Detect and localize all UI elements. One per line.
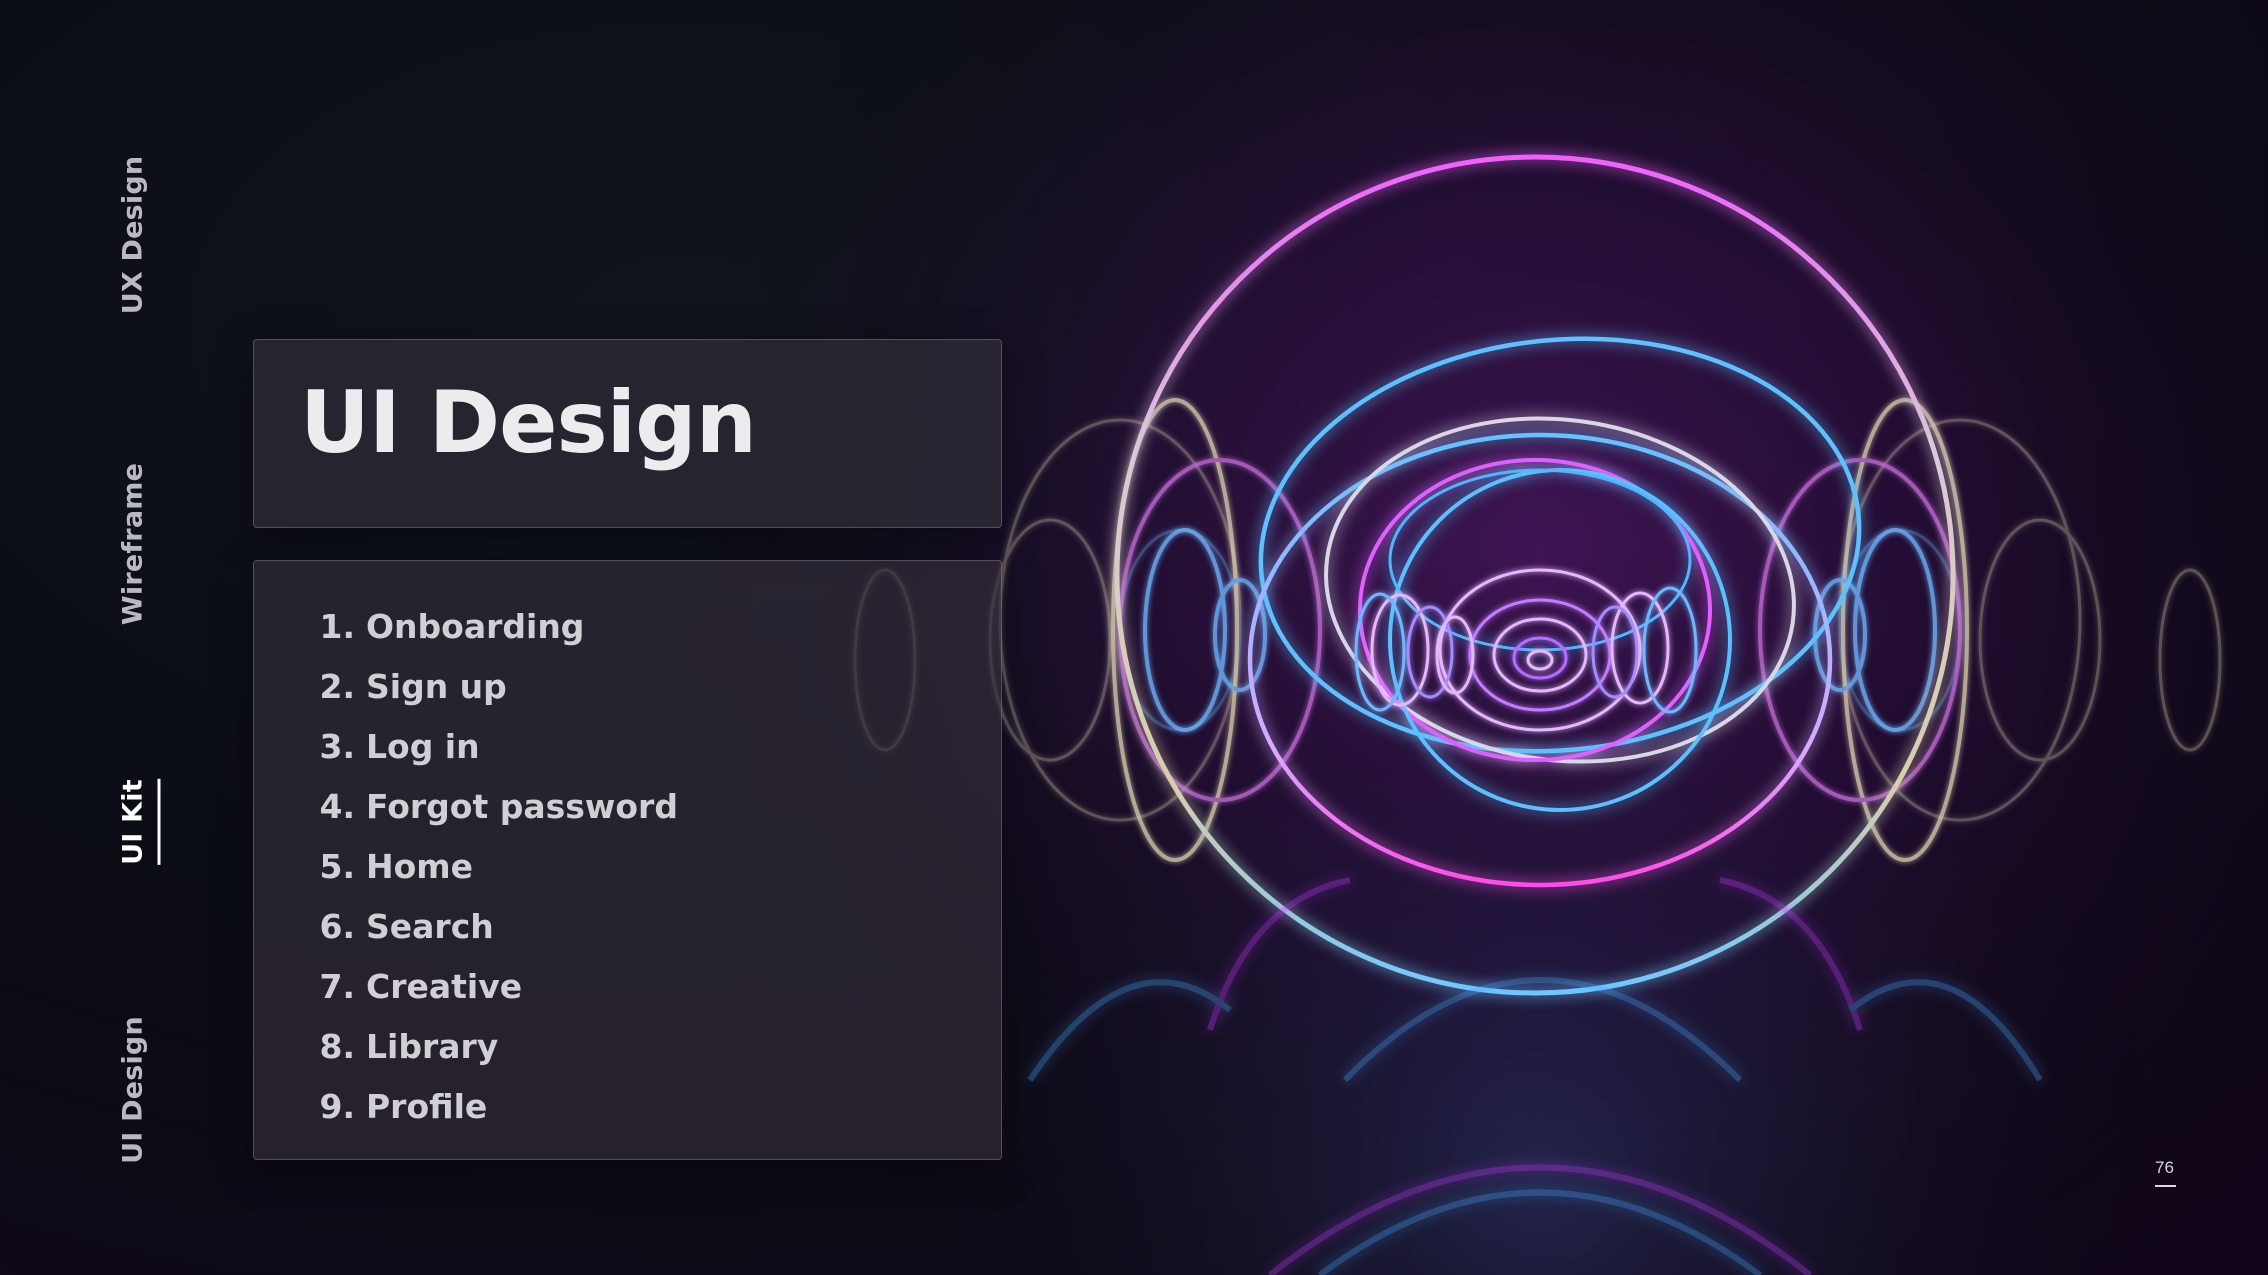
title-card: UI Design [253, 339, 1002, 528]
nav-item-label: Wireframe [117, 462, 149, 626]
list-item-label: Home [366, 846, 474, 886]
list-item-library[interactable]: 8. Library [312, 1016, 678, 1076]
nav-item-label: UX Design [117, 155, 149, 315]
list-item-number: 6. [319, 906, 356, 946]
page-number: 76 [2155, 1158, 2174, 1177]
screens-list-card: 1. Onboarding 2. Sign up 3. Log in 4. Fo… [253, 560, 1002, 1160]
list-item-label: Profile [366, 1086, 488, 1126]
nav-item-label: UI Design [117, 1016, 149, 1164]
active-indicator [157, 779, 161, 865]
list-item-sign-up[interactable]: 2. Sign up [312, 656, 678, 716]
list-item-number: 3. [319, 726, 356, 766]
nav-item-ui-kit[interactable]: UI Kit [117, 779, 161, 865]
list-item-number: 2. [319, 666, 356, 706]
list-item-number: 5. [319, 846, 356, 886]
screens-list: 1. Onboarding 2. Sign up 3. Log in 4. Fo… [312, 596, 678, 1136]
list-item-label: Search [366, 906, 494, 946]
list-item-label: Creative [366, 966, 523, 1006]
nav-item-wireframe[interactable]: Wireframe [118, 463, 149, 625]
page-title: UI Design [300, 373, 757, 473]
list-item-number: 1. [319, 606, 356, 646]
list-item-onboarding[interactable]: 1. Onboarding [312, 596, 678, 656]
list-item-number: 9. [319, 1086, 356, 1126]
list-item-label: Sign up [366, 666, 507, 706]
list-item-label: Log in [366, 726, 480, 766]
list-item-label: Library [366, 1026, 499, 1066]
list-item-creative[interactable]: 7. Creative [312, 956, 678, 1016]
list-item-forgot-password[interactable]: 4. Forgot password [312, 776, 678, 836]
list-item-number: 7. [319, 966, 356, 1006]
list-item-number: 4. [319, 786, 356, 826]
slide: UX Design Wireframe UI Kit UI Design UI … [0, 0, 2268, 1275]
list-item-log-in[interactable]: 3. Log in [312, 716, 678, 776]
list-item-label: Onboarding [366, 606, 585, 646]
list-item-profile[interactable]: 9. Profile [312, 1076, 678, 1136]
list-item-home[interactable]: 5. Home [312, 836, 678, 896]
nav-item-ui-design[interactable]: UI Design [118, 1016, 149, 1164]
list-item-search[interactable]: 6. Search [312, 896, 678, 956]
list-item-label: Forgot password [366, 786, 678, 826]
nav-item-ux-design[interactable]: UX Design [118, 156, 149, 315]
list-item-number: 8. [319, 1026, 356, 1066]
nav-item-label: UI Kit [117, 779, 149, 865]
page-number-underline [2155, 1185, 2176, 1187]
